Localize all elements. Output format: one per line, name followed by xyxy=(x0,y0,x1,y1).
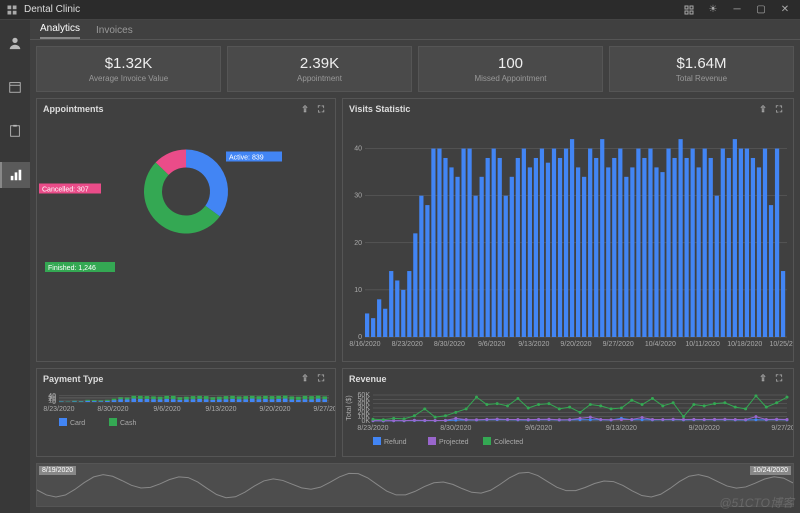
svg-text:Finished: 1,246: Finished: 1,246 xyxy=(48,265,96,272)
svg-text:9/20/2020: 9/20/2020 xyxy=(259,406,290,413)
card-title: Payment Type xyxy=(43,374,103,384)
svg-text:40: 40 xyxy=(354,146,362,153)
svg-text:9/27/2020: 9/27/2020 xyxy=(771,425,793,432)
kpi-avg-invoice: $1.32KAverage Invoice Value xyxy=(36,46,221,92)
svg-text:60K: 60K xyxy=(358,392,371,399)
card-visits: Visits Statistic ⇪⛶ 0 10 20 30 40 8/16/2020 8/2… xyxy=(342,98,794,362)
svg-text:40: 40 xyxy=(48,392,56,399)
export-icon[interactable]: ⇪ xyxy=(297,102,313,116)
svg-text:Card: Card xyxy=(70,420,85,427)
card-revenue: Revenue⇪⛶ 0K10K20K30K40K50K60K8/23/20208… xyxy=(342,368,794,458)
svg-text:0: 0 xyxy=(358,334,362,341)
kpi-row: $1.32KAverage Invoice Value 2.39KAppoint… xyxy=(30,40,800,98)
svg-text:Cash: Cash xyxy=(120,420,136,427)
export-icon[interactable]: ⇪ xyxy=(297,372,313,386)
svg-text:Total ($): Total ($) xyxy=(346,395,353,420)
window-title: Dental Clinic xyxy=(24,4,674,15)
svg-text:8/23/2020: 8/23/2020 xyxy=(357,425,388,432)
svg-text:8/16/2020: 8/16/2020 xyxy=(349,341,380,348)
card-title: Visits Statistic xyxy=(349,104,410,114)
svg-text:9/27/2020: 9/27/2020 xyxy=(313,406,335,413)
timeline-scrubber[interactable]: 8/19/2020 10/24/2020 xyxy=(36,463,794,507)
close-button[interactable]: ✕ xyxy=(776,1,794,19)
card-title: Appointments xyxy=(43,104,104,114)
kpi-missed: 100Missed Appointment xyxy=(418,46,603,92)
tab-analytics[interactable]: Analytics xyxy=(40,23,80,39)
card-payment: Payment Type⇪⛶ 0102030408/23/20208/30/20… xyxy=(36,368,336,458)
nav-profile[interactable] xyxy=(0,30,30,56)
svg-text:10/18/2020: 10/18/2020 xyxy=(727,341,762,348)
nav-rail xyxy=(0,20,30,513)
tab-invoices[interactable]: Invoices xyxy=(96,25,133,39)
nav-analytics[interactable] xyxy=(0,162,30,188)
svg-text:9/13/2020: 9/13/2020 xyxy=(518,341,549,348)
svg-text:9/13/2020: 9/13/2020 xyxy=(205,406,236,413)
svg-text:Projected: Projected xyxy=(439,439,469,446)
svg-text:10: 10 xyxy=(354,287,362,294)
svg-text:Cancelled: 307: Cancelled: 307 xyxy=(42,187,89,194)
svg-text:9/6/2020: 9/6/2020 xyxy=(525,425,552,432)
svg-text:10/4/2020: 10/4/2020 xyxy=(645,341,676,348)
svg-text:9/20/2020: 9/20/2020 xyxy=(689,425,720,432)
svg-text:9/20/2020: 9/20/2020 xyxy=(560,341,591,348)
svg-text:9/27/2020: 9/27/2020 xyxy=(603,341,634,348)
svg-text:20: 20 xyxy=(354,240,362,247)
svg-text:8/30/2020: 8/30/2020 xyxy=(434,341,465,348)
minimize-button[interactable]: ─ xyxy=(728,1,746,19)
svg-text:8/23/2020: 8/23/2020 xyxy=(43,406,74,413)
nav-clipboard[interactable] xyxy=(0,118,30,144)
expand-icon[interactable]: ⛶ xyxy=(313,372,329,386)
svg-text:Active: 839: Active: 839 xyxy=(229,155,264,162)
timeline-start: 8/19/2020 xyxy=(39,466,76,475)
export-icon[interactable]: ⇪ xyxy=(755,372,771,386)
expand-icon[interactable]: ⛶ xyxy=(313,102,329,116)
kpi-revenue: $1.64MTotal Revenue xyxy=(609,46,794,92)
expand-icon[interactable]: ⛶ xyxy=(771,102,787,116)
expand-icon[interactable]: ⛶ xyxy=(771,372,787,386)
svg-text:10/11/2020: 10/11/2020 xyxy=(685,341,720,348)
card-appointments: Appointments ⇪⛶ Active: 839 Cancelled: 30… xyxy=(36,98,336,362)
kpi-appointment: 2.39KAppointment xyxy=(227,46,412,92)
maximize-button[interactable]: ▢ xyxy=(752,1,770,19)
svg-text:30: 30 xyxy=(354,193,362,200)
svg-text:8/30/2020: 8/30/2020 xyxy=(97,406,128,413)
svg-text:Collected: Collected xyxy=(494,439,523,446)
export-icon[interactable]: ⇪ xyxy=(755,102,771,116)
svg-text:9/13/2020: 9/13/2020 xyxy=(606,425,637,432)
app-icon xyxy=(6,4,18,16)
svg-text:10/25/2020: 10/25/2020 xyxy=(769,341,793,348)
svg-text:9/6/2020: 9/6/2020 xyxy=(478,341,505,348)
svg-text:8/30/2020: 8/30/2020 xyxy=(440,425,471,432)
timeline-end: 10/24/2020 xyxy=(750,466,791,475)
theme-button[interactable]: ☀ xyxy=(704,1,722,19)
nav-calendar[interactable] xyxy=(0,74,30,100)
svg-text:Refund: Refund xyxy=(384,439,407,446)
layout-button[interactable] xyxy=(680,1,698,19)
svg-text:9/6/2020: 9/6/2020 xyxy=(153,406,180,413)
card-title: Revenue xyxy=(349,374,387,384)
tabs: Analytics Invoices xyxy=(30,20,800,40)
titlebar: Dental Clinic ☀ ─ ▢ ✕ xyxy=(0,0,800,20)
watermark: @51CTO博客 xyxy=(719,494,794,511)
svg-text:8/23/2020: 8/23/2020 xyxy=(392,341,423,348)
